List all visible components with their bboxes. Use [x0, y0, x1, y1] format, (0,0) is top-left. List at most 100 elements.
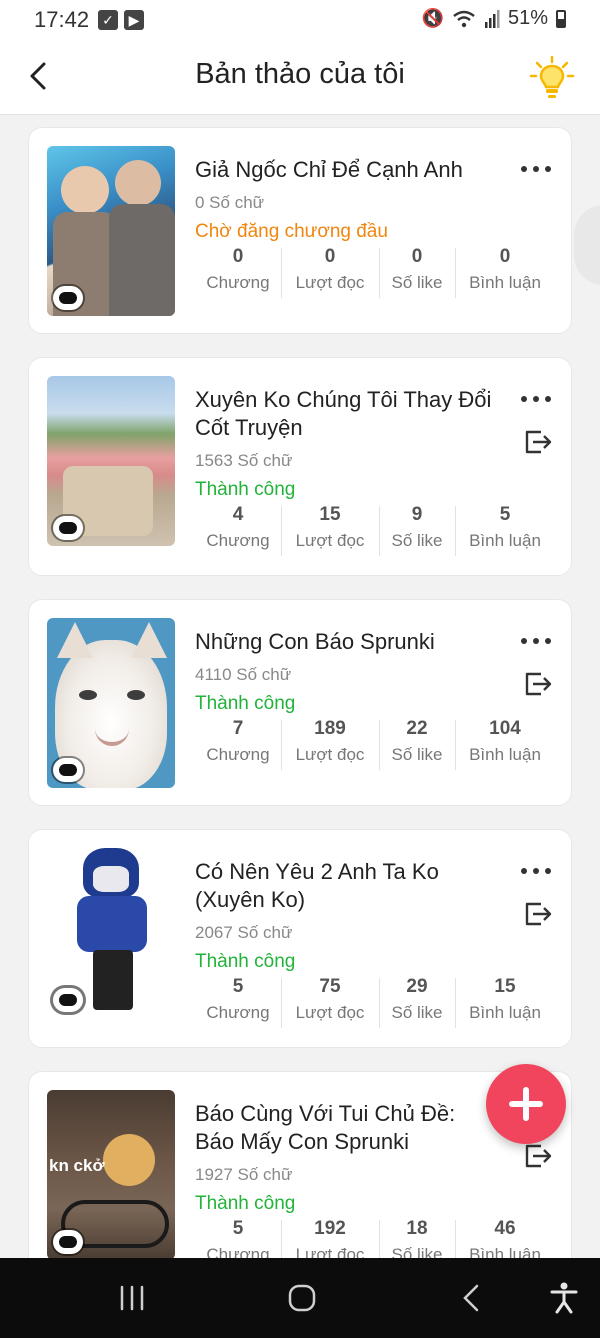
story-cover[interactable]	[47, 376, 175, 546]
likes-count: 0	[411, 246, 423, 267]
checkbox-notification-icon: ✓	[98, 10, 118, 30]
story-stats: 0 Chương 0 Lượt đọc 0 Số like 0 Bình luận	[195, 244, 555, 298]
cover-char-body	[77, 896, 147, 952]
likes-count: 22	[406, 718, 428, 739]
reads-label: Lượt đọc	[295, 745, 365, 764]
chapters-label: Chương	[206, 745, 270, 764]
likes-label: Số like	[391, 1245, 443, 1258]
battery-icon	[556, 9, 566, 28]
word-count: 2067 Số chữ	[195, 923, 293, 942]
more-horizontal-icon	[521, 396, 527, 402]
comments-label: Bình luận	[469, 1003, 541, 1022]
story-title[interactable]: Giả Ngốc Chỉ Để Cạnh Anh	[195, 156, 495, 184]
more-dot	[533, 638, 539, 644]
recent-apps-button[interactable]	[112, 1278, 152, 1318]
story-card[interactable]: Giả Ngốc Chỉ Để Cạnh Anh 0 Số chữ Chờ đă…	[28, 127, 572, 334]
edge-panel-handle[interactable]	[574, 205, 600, 285]
publish-button[interactable]	[521, 668, 553, 700]
page-title: Bản thảo của tôi	[195, 58, 405, 90]
story-stats: 5 Chương 192 Lượt đọc 18 Số like 46 Bình luậ…	[195, 1216, 555, 1258]
chapters-label: Chương	[206, 1003, 270, 1022]
story-title[interactable]: Báo Cùng Với Tui Chủ Đề: Báo Mấy Con Spr…	[195, 1100, 495, 1156]
accessibility-button[interactable]	[544, 1278, 584, 1318]
story-cover[interactable]	[47, 618, 175, 788]
likes-count: 18	[406, 1218, 428, 1239]
comment-bubble-icon	[53, 758, 83, 782]
publish-button[interactable]	[521, 898, 553, 930]
reads-label: Lượt đọc	[295, 1003, 365, 1022]
story-card[interactable]: Có Nên Yêu 2 Anh Ta Ko (Xuyên Ko) 2067 S…	[28, 829, 572, 1048]
story-title[interactable]: Có Nên Yêu 2 Anh Ta Ko (Xuyên Ko)	[195, 858, 495, 914]
export-icon	[525, 1144, 552, 1168]
signal-icon	[484, 9, 500, 28]
story-cover[interactable]: kn ckở	[47, 1090, 175, 1258]
publish-button[interactable]	[521, 426, 553, 458]
more-dot	[545, 638, 551, 644]
reads-label: Lượt đọc	[295, 1245, 365, 1258]
comment-bubble-icon	[53, 1230, 83, 1254]
home-icon	[288, 1284, 316, 1312]
reads-label: Lượt đọc	[295, 273, 365, 292]
cover-cat-ear-left	[57, 622, 93, 658]
word-count: 1927 Số chữ	[195, 1165, 293, 1184]
story-cover[interactable]	[47, 146, 175, 316]
mute-icon: 🔇	[421, 8, 444, 28]
story-cover[interactable]	[47, 848, 175, 1018]
cover-cat-ear-right	[131, 622, 167, 658]
story-card[interactable]: Những Con Báo Sprunki 4110 Số chữ Thành …	[28, 599, 572, 806]
back-arrow-icon	[463, 1284, 479, 1312]
comments-label: Bình luận	[469, 531, 541, 550]
comments-count: 104	[489, 718, 521, 739]
more-options-button[interactable]	[521, 162, 551, 176]
chapters-count: 5	[232, 1218, 244, 1239]
story-card[interactable]: Xuyên Ko Chúng Tôi Thay Đổi Cốt Truyện 1…	[28, 357, 572, 576]
cover-figure-left	[61, 166, 109, 214]
reads-count: 0	[324, 246, 336, 267]
status-time: 17:42	[34, 7, 90, 32]
chapters-count: 5	[232, 976, 244, 997]
export-icon	[525, 430, 552, 454]
comments-label: Bình luận	[469, 273, 541, 292]
comments-label: Bình luận	[469, 745, 541, 764]
more-dot	[533, 166, 539, 172]
chapters-count: 4	[232, 504, 244, 525]
more-options-button[interactable]	[521, 864, 551, 878]
publish-button[interactable]	[521, 1140, 553, 1172]
cover-cat-eye-left	[79, 690, 97, 700]
more-dot	[545, 868, 551, 874]
reads-count: 189	[314, 718, 346, 739]
word-count: 0 Số chữ	[195, 193, 265, 212]
story-title[interactable]: Những Con Báo Sprunki	[195, 628, 495, 656]
lightbulb-icon	[529, 55, 575, 98]
word-count: 4110 Số chữ	[195, 665, 292, 684]
more-options-button[interactable]	[521, 392, 551, 406]
likes-count: 29	[406, 976, 428, 997]
accessibility-icon	[550, 1282, 578, 1314]
chapters-count: 7	[232, 718, 244, 739]
word-count: 1563 Số chữ	[195, 451, 293, 470]
export-icon	[525, 672, 552, 696]
status-bar: 17:42 ✓ ▶ 🔇 51%	[0, 0, 600, 40]
story-stats: 4 Chương 15 Lượt đọc 9 Số like 5 Bình luận	[195, 502, 555, 556]
more-horizontal-icon	[521, 166, 527, 172]
more-dot	[533, 868, 539, 874]
home-button[interactable]	[282, 1278, 322, 1318]
cover-caption: kn ckở	[49, 1156, 105, 1175]
add-story-button[interactable]	[486, 1064, 566, 1144]
more-horizontal-icon	[521, 638, 527, 644]
chapters-label: Chương	[206, 531, 270, 550]
reads-count: 15	[319, 504, 341, 525]
comments-count: 15	[494, 976, 516, 997]
system-back-button[interactable]	[452, 1278, 492, 1318]
tips-button[interactable]	[528, 54, 576, 102]
chapters-label: Chương	[206, 1245, 270, 1258]
more-options-button[interactable]	[521, 634, 551, 648]
cover-cat-eye-right	[127, 690, 145, 700]
story-title[interactable]: Xuyên Ko Chúng Tôi Thay Đổi Cốt Truyện	[195, 386, 495, 442]
more-horizontal-icon	[521, 868, 527, 874]
likes-label: Số like	[391, 745, 443, 764]
reads-count: 75	[319, 976, 341, 997]
comments-count: 5	[499, 504, 511, 525]
chapters-label: Chương	[206, 273, 270, 292]
battery-percent: 51%	[507, 7, 548, 29]
